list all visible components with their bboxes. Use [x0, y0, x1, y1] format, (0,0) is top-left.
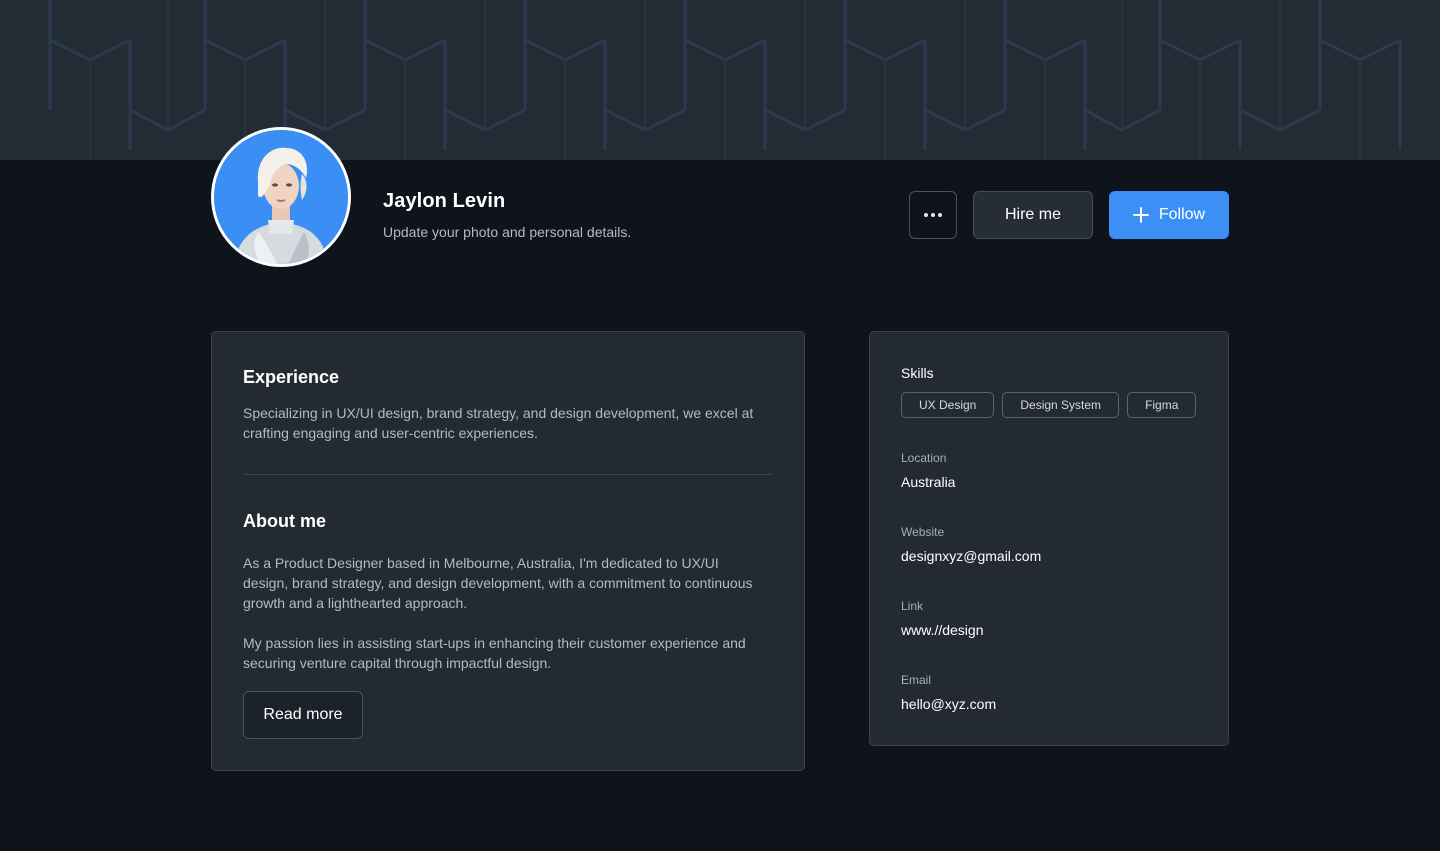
- skills-list: UX Design Design System Figma: [901, 392, 1197, 418]
- bio-card: Experience Specializing in UX/UI design,…: [211, 331, 805, 771]
- skills-title: Skills: [901, 365, 934, 381]
- skill-chip[interactable]: UX Design: [901, 392, 995, 418]
- cover-pattern: [48, 0, 1402, 160]
- hire-me-button[interactable]: Hire me: [973, 191, 1093, 239]
- details-card: Skills UX Design Design System Figma Loc…: [869, 331, 1229, 746]
- read-more-button[interactable]: Read more: [243, 691, 363, 739]
- profile-name: Jaylon Levin: [383, 190, 506, 212]
- avatar[interactable]: [211, 127, 351, 267]
- website-label: Website: [901, 525, 945, 539]
- experience-text: Specializing in UX/UI design, brand stra…: [243, 405, 754, 441]
- section-divider: [243, 474, 773, 475]
- cover-banner: [0, 0, 1440, 160]
- location-label: Location: [901, 451, 947, 465]
- website-value[interactable]: designxyz@gmail.com: [901, 548, 1041, 564]
- email-label: Email: [901, 673, 932, 687]
- link-label: Link: [901, 599, 924, 613]
- more-horizontal-icon: [924, 213, 942, 217]
- location-value: Australia: [901, 474, 956, 490]
- about-paragraph-2: My passion lies in assisting start-ups i…: [243, 635, 746, 671]
- plus-icon: [1132, 207, 1149, 223]
- follow-button-label: Follow: [1158, 206, 1206, 223]
- experience-title: Experience: [243, 367, 340, 387]
- follow-button[interactable]: Follow: [1109, 191, 1229, 239]
- about-paragraph-1: As a Product Designer based in Melbourne…: [243, 555, 753, 611]
- profile-photo: [214, 130, 348, 264]
- profile-subtitle: Update your photo and personal details.: [383, 224, 632, 240]
- link-value[interactable]: www.//design: [901, 622, 983, 638]
- email-value[interactable]: hello@xyz.com: [901, 696, 996, 712]
- about-title: About me: [243, 511, 326, 531]
- more-options-button[interactable]: [909, 191, 957, 239]
- skill-chip[interactable]: Design System: [1002, 392, 1120, 418]
- skill-chip[interactable]: Figma: [1127, 392, 1197, 418]
